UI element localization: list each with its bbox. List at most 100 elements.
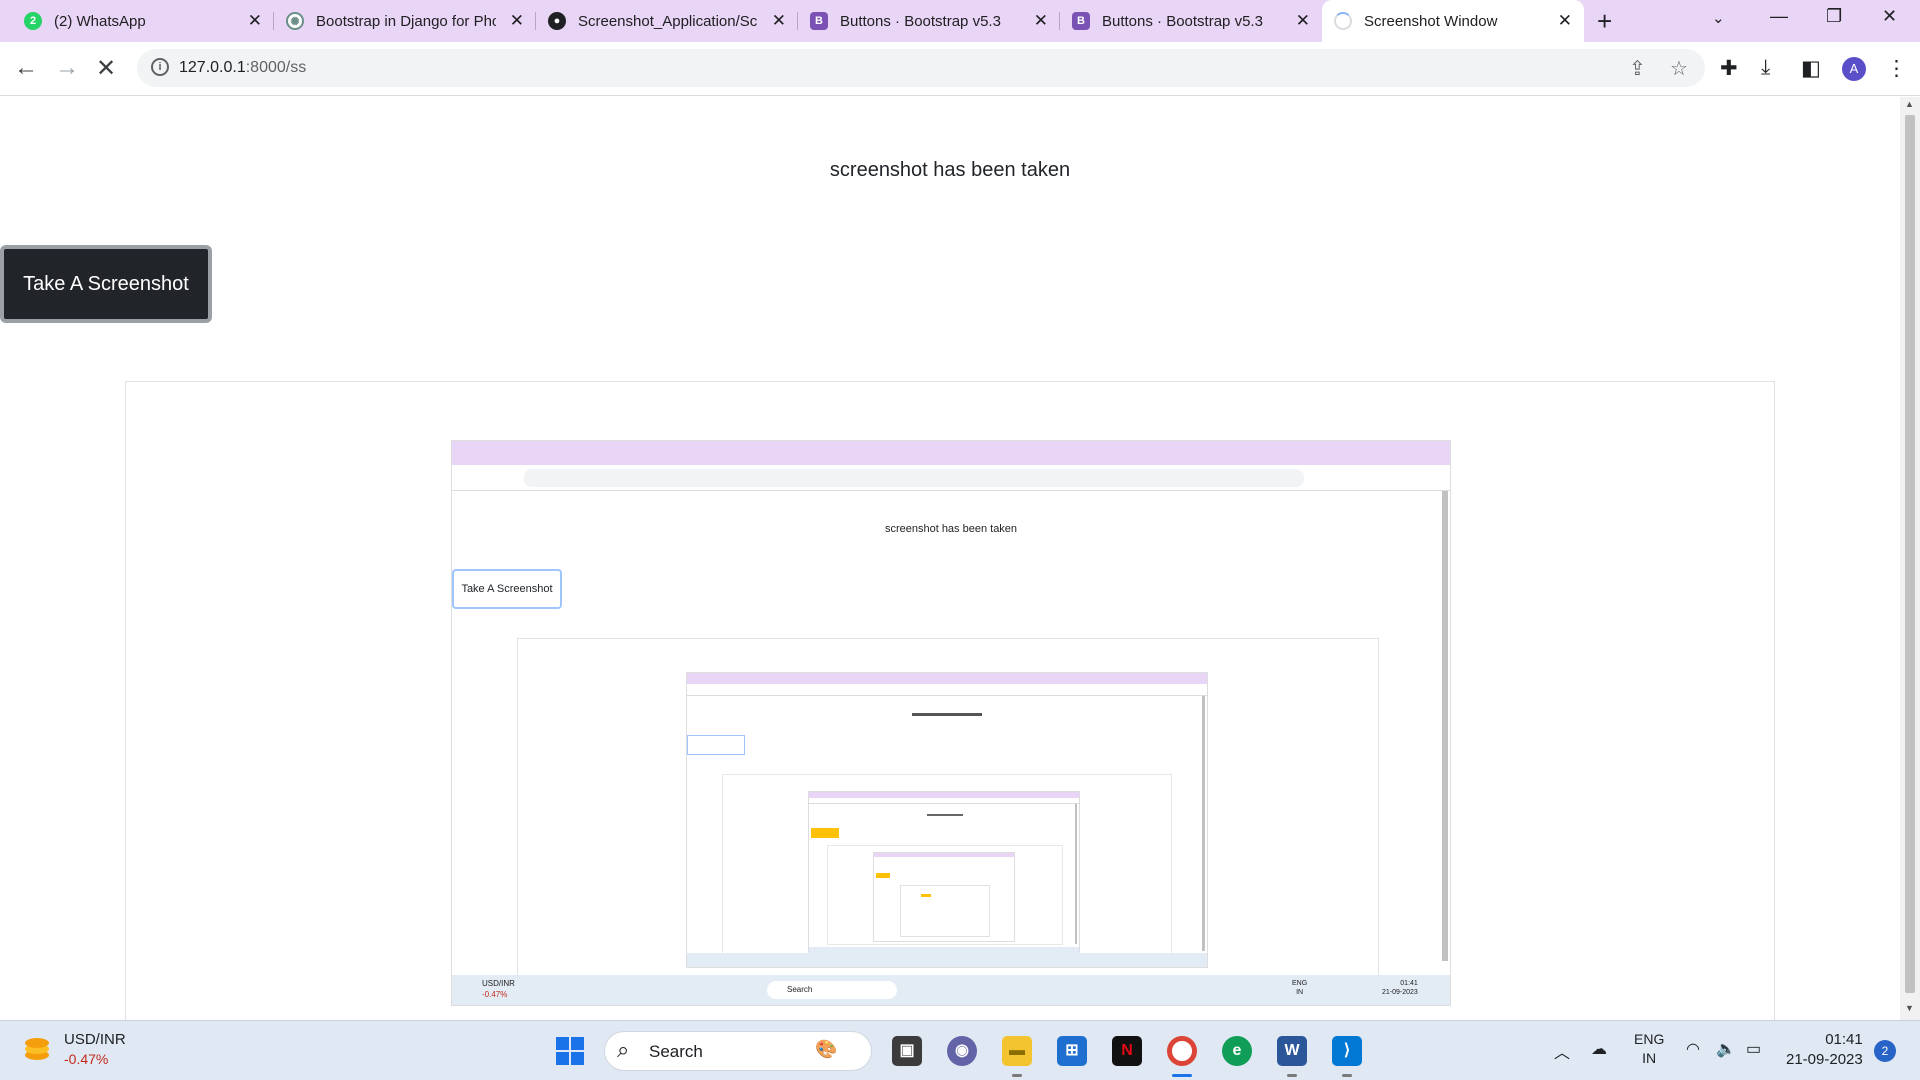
language-code: ENG <box>1634 1031 1665 1047</box>
nested2-toolbar <box>687 684 1207 696</box>
close-icon[interactable]: ✕ <box>248 11 262 31</box>
system-clock[interactable]: 01:41 21-09-2023 <box>1786 1030 1863 1070</box>
back-icon[interactable]: ← <box>14 54 38 82</box>
restore-icon[interactable]: ❐ <box>1826 6 1842 27</box>
take-screenshot-button[interactable]: Take A Screenshot <box>0 245 212 323</box>
nested-ticker-label: USD/INR <box>482 979 515 988</box>
chrome-icon[interactable] <box>1167 1036 1197 1066</box>
tab-title: Bootstrap in Django for Pho <box>316 12 496 30</box>
volume-icon[interactable]: 🔈 <box>1716 1039 1736 1059</box>
forward-icon[interactable]: → <box>55 54 79 82</box>
vscode-running-indicator <box>1342 1074 1352 1077</box>
nested4-preview-frame <box>900 885 990 937</box>
tab-title: (2) WhatsApp <box>54 12 146 30</box>
language-indicator[interactable]: ENG IN <box>1634 1030 1664 1068</box>
scroll-down-icon[interactable]: ▼ <box>1905 1003 1914 1013</box>
nested2-scrollbar <box>1202 696 1205 951</box>
nested2-taskbar <box>687 953 1207 967</box>
tab-title: Buttons · Bootstrap v5.3 <box>1102 12 1263 30</box>
download-icon[interactable]: ⤓ <box>1761 56 1770 80</box>
onedrive-cloud-icon[interactable]: ☁ <box>1591 1039 1607 1059</box>
url-text[interactable]: 127.0.0.1:8000/ss <box>179 59 306 77</box>
file-explorer-running-indicator <box>1012 1074 1022 1077</box>
tab-github[interactable]: ● Screenshot_Application/Scr ✕ <box>536 0 798 42</box>
battery-icon[interactable]: ▭ <box>1746 1039 1761 1059</box>
nested2-preview-frame <box>722 774 1172 955</box>
tab-search-icon[interactable]: ⌄ <box>1712 9 1725 27</box>
close-icon[interactable]: ✕ <box>510 11 524 31</box>
scrollbar-thumb[interactable] <box>1905 115 1915 993</box>
nested-tab-strip <box>452 441 1450 465</box>
nested-search-label: Search <box>787 985 813 994</box>
word-icon[interactable]: W <box>1277 1036 1307 1066</box>
notification-badge[interactable]: 2 <box>1874 1040 1896 1062</box>
nested3-status-line <box>927 814 963 816</box>
scroll-up-icon[interactable]: ▲ <box>1905 99 1914 109</box>
taskbar-search[interactable]: ⌕ Search 🎨 <box>604 1031 872 1071</box>
clock-time: 01:41 <box>1825 1031 1863 1048</box>
edge-icon[interactable]: e <box>1222 1036 1252 1066</box>
side-panel-icon[interactable]: ◧ <box>1801 56 1821 81</box>
tab-bootstrap-django[interactable]: ✺ Bootstrap in Django for Pho ✕ <box>274 0 536 42</box>
extensions-icon[interactable]: ✚ <box>1720 56 1738 81</box>
whatsapp-icon: 2 <box>24 12 42 30</box>
nested-screenshot-4 <box>873 852 1015 942</box>
search-highlight-icon: 🎨 <box>815 1039 838 1059</box>
close-icon[interactable]: ✕ <box>1558 11 1572 31</box>
nested2-status-line <box>912 713 982 716</box>
bootstrap-icon: B <box>810 12 828 30</box>
tab-bootstrap-buttons-2[interactable]: B Buttons · Bootstrap v5.3 ✕ <box>1060 0 1322 42</box>
bookmark-star-icon[interactable]: ☆ <box>1670 56 1688 81</box>
nested5-button <box>921 894 931 897</box>
address-bar[interactable]: i 127.0.0.1:8000/ss ⇪ ☆ <box>137 49 1705 87</box>
site-info-icon[interactable]: i <box>151 58 169 76</box>
nested-search-box: Search <box>767 981 897 999</box>
chevron-up-icon[interactable]: ︿ <box>1554 1039 1570 1063</box>
tab-whatsapp[interactable]: 2 (2) WhatsApp ✕ <box>12 0 274 42</box>
close-icon[interactable]: ✕ <box>1034 11 1048 31</box>
task-view-icon[interactable]: ▣ <box>892 1036 922 1066</box>
nested3-button <box>811 828 839 838</box>
status-message: screenshot has been taken <box>829 159 1071 181</box>
window-close-icon[interactable]: ✕ <box>1882 6 1897 27</box>
store-icon[interactable]: ⊞ <box>1057 1036 1087 1066</box>
file-explorer-icon[interactable]: ▬ <box>1002 1036 1032 1066</box>
stop-loading-icon[interactable]: ✕ <box>96 54 116 83</box>
url-path: :8000/ss <box>245 59 307 76</box>
page-scrollbar[interactable]: ▲ ▼ <box>1900 97 1920 1020</box>
stock-ticker-icon[interactable] <box>22 1033 52 1063</box>
chat-icon[interactable]: ◉ <box>947 1036 977 1066</box>
region-code: IN <box>1642 1050 1657 1066</box>
nested3-preview-frame <box>827 845 1063 945</box>
ticker-change[interactable]: -0.47% <box>64 1051 108 1067</box>
tab-strip: 2 (2) WhatsApp ✕ ✺ Bootstrap in Django f… <box>0 0 1920 42</box>
url-host: 127.0.0.1 <box>179 59 246 76</box>
share-icon[interactable]: ⇪ <box>1629 56 1646 81</box>
close-icon[interactable]: ✕ <box>1296 11 1310 31</box>
browser-toolbar: ← → ✕ i 127.0.0.1:8000/ss ⇪ ☆ ✚ ⤓ ◧ A ⋮ <box>0 42 1920 96</box>
profile-avatar[interactable]: A <box>1842 57 1866 81</box>
windows-start-icon[interactable] <box>555 1036 585 1066</box>
ticker-label[interactable]: USD/INR <box>64 1031 126 1048</box>
tab-screenshot-window[interactable]: Screenshot Window ✕ <box>1322 0 1584 42</box>
word-running-indicator <box>1287 1074 1297 1077</box>
search-label: Search <box>649 1042 703 1061</box>
tab-title: Screenshot Window <box>1364 12 1498 30</box>
nested-screenshot-2 <box>686 672 1208 968</box>
page-content: screenshot has been taken Take A Screens… <box>0 97 1900 1031</box>
menu-kebab-icon[interactable]: ⋮ <box>1886 56 1907 81</box>
github-icon: ● <box>548 12 566 30</box>
tab-bootstrap-buttons-1[interactable]: B Buttons · Bootstrap v5.3 ✕ <box>798 0 1060 42</box>
vscode-icon[interactable]: ⟩ <box>1332 1036 1362 1066</box>
close-icon[interactable]: ✕ <box>772 11 786 31</box>
nested2-button <box>687 735 745 755</box>
nested-lang-code: ENG <box>1292 980 1308 987</box>
new-tab-button[interactable]: + <box>1597 6 1612 37</box>
nested2-tab-strip <box>687 673 1207 684</box>
nested-taskbar: USD/INR -0.47% Search ENG IN 01:41 21-09-2… <box>452 975 1450 1005</box>
nested-take-screenshot-button: Take A Screenshot <box>452 569 562 609</box>
nested3-toolbar <box>809 798 1079 804</box>
minimize-icon[interactable]: — <box>1770 6 1788 27</box>
wifi-icon[interactable]: ◠ <box>1686 1039 1700 1059</box>
netflix-icon[interactable]: N <box>1112 1036 1142 1066</box>
